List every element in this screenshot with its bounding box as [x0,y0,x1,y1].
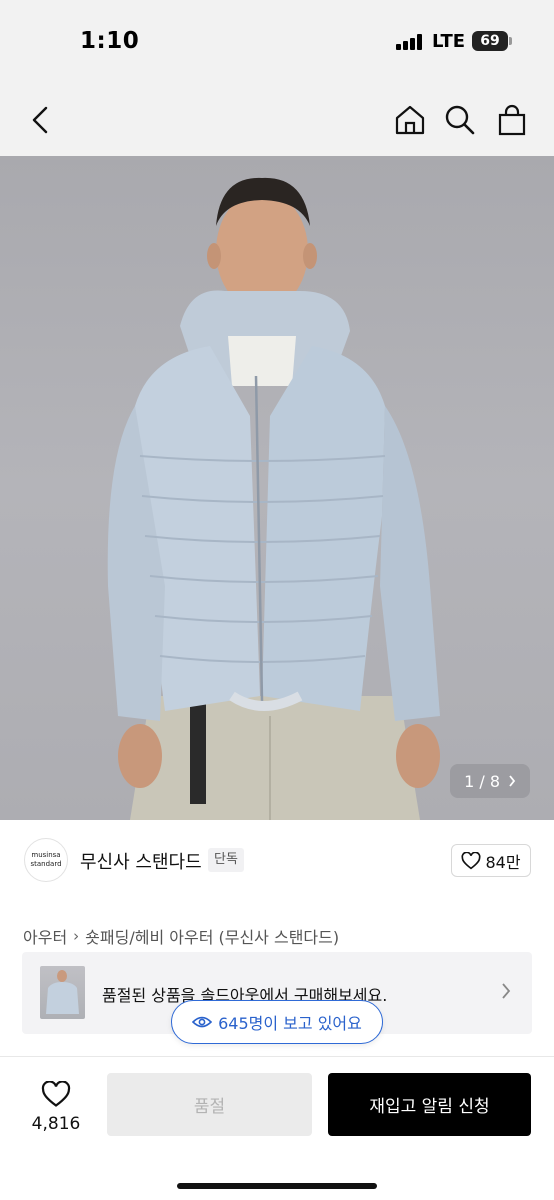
bag-icon [498,104,526,136]
image-counter[interactable]: 1 / 8 [450,764,530,798]
chevron-right-icon [502,983,511,999]
signal-icon [396,34,424,50]
search-icon [445,105,475,135]
brand-row: musinsa standard 무신사 스탠다드 단독 84만 [0,820,554,900]
search-button[interactable] [442,102,478,138]
status-bar: 1:10 LTE 69 [0,0,554,84]
image-counter-text: 1 / 8 [464,771,500,791]
status-time: 1:10 [80,28,140,54]
top-navigation [0,84,554,156]
breadcrumb-separator-icon: › [73,927,80,945]
heart-icon [41,1080,71,1107]
restock-alert-button[interactable]: 재입고 알림 신청 [328,1073,531,1136]
viewers-text: 645명이 보고 있어요 [218,1014,362,1033]
chevron-left-icon [32,106,48,134]
wishlist-button[interactable]: 4,816 [24,1077,88,1137]
battery-icon: 69 [472,31,512,51]
soldout-thumbnail [40,966,85,1019]
eye-icon [192,1016,213,1028]
network-type: LTE [432,31,466,52]
viewers-badge: 645명이 보고 있어요 [171,1000,383,1044]
brand-logo[interactable]: musinsa standard [24,838,68,882]
cart-button[interactable] [494,102,530,138]
product-image[interactable]: 1 / 8 [0,156,554,820]
breadcrumb: 아우터 › 숏패딩/헤비 아우터 (무신사 스탠다드) [23,924,339,948]
brand-logo-line1: musinsa [31,851,61,859]
brand-logo-line2: standard [30,860,62,868]
product-photo [107,177,440,820]
exclusive-badge: 단독 [208,848,244,872]
soldout-button[interactable]: 품절 [107,1073,312,1136]
like-count: 84만 [485,852,521,872]
heart-icon [461,851,481,869]
chevron-right-icon [509,775,516,787]
like-button[interactable]: 84만 [451,844,531,877]
breadcrumb-item-category[interactable]: 숏패딩/헤비 아우터 (무신사 스탠다드) [85,924,339,948]
home-button[interactable] [392,102,428,138]
back-button[interactable] [22,102,58,138]
home-icon [395,105,425,135]
home-indicator [177,1183,377,1189]
breadcrumb-item-outer[interactable]: 아우터 [23,924,67,948]
brand-name[interactable]: 무신사 스탠다드 [80,848,202,874]
wishlist-count: 4,816 [31,1113,81,1134]
bottom-action-bar: 4,816 품절 재입고 알림 신청 [0,1056,554,1200]
